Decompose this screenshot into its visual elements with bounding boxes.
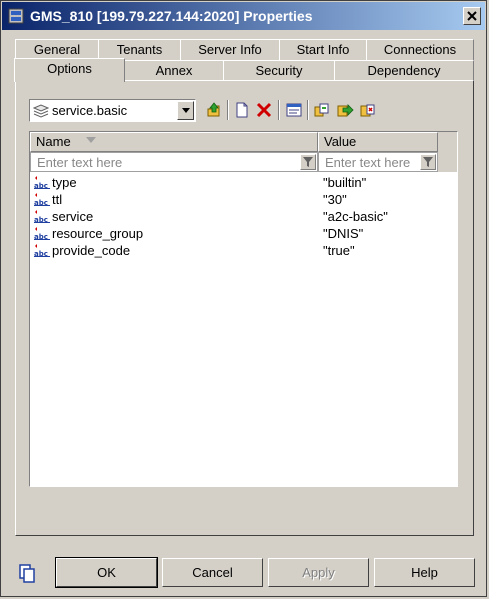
options-grid: Name Value Enter text here Enter text he… (29, 131, 458, 487)
toolbar-separator (227, 100, 228, 120)
paste-icon (360, 104, 375, 117)
properties-dialog: GMS_810 [199.79.227.144:2020] Properties… (0, 0, 487, 597)
string-option-icon: abc (34, 244, 50, 260)
option-name: type (52, 175, 77, 190)
table-row[interactable]: abc type "builtin" (30, 174, 456, 191)
column-header-name-label: Name (36, 134, 71, 149)
string-option-icon: abc (34, 210, 50, 226)
help-button[interactable]: Help (374, 558, 475, 587)
value-filter (318, 152, 438, 172)
tab-start-info[interactable]: Start Info (279, 39, 367, 61)
toolbar-separator (278, 100, 279, 120)
section-dropdown-value: service.basic (52, 103, 128, 118)
svg-text:abc: abc (34, 182, 48, 189)
name-filter (30, 152, 318, 172)
filter-icon (423, 157, 433, 167)
title-bar: GMS_810 [199.79.227.144:2020] Properties (2, 2, 485, 30)
app-icon (8, 8, 24, 24)
new-item-button[interactable] (233, 101, 251, 119)
string-option-icon: abc (34, 193, 50, 209)
ok-button[interactable]: OK (55, 557, 158, 588)
string-option-icon: abc (34, 227, 50, 243)
apply-button[interactable]: Apply (268, 558, 369, 587)
option-value: "builtin" (323, 175, 367, 190)
properties-icon (286, 103, 302, 117)
svg-text:abc: abc (34, 216, 48, 223)
svg-text:abc: abc (34, 199, 48, 206)
value-filter-button[interactable] (420, 154, 436, 170)
svg-text:abc: abc (34, 250, 48, 257)
value-filter-input[interactable] (323, 154, 415, 171)
delete-icon (256, 102, 272, 118)
table-row[interactable]: abc provide_code "true" (30, 242, 456, 259)
tab-dependency[interactable]: Dependency (334, 60, 474, 82)
window-title: GMS_810 [199.79.227.144:2020] Properties (30, 8, 313, 24)
option-name: ttl (52, 192, 63, 207)
clipboard-icon (19, 564, 35, 583)
move-icon (337, 104, 354, 117)
copy-button[interactable] (313, 101, 331, 119)
close-icon (467, 11, 477, 21)
header-filler (438, 132, 457, 172)
filter-icon (303, 157, 313, 167)
table-row[interactable]: abc ttl "30" (30, 191, 456, 208)
column-header-value[interactable]: Value (318, 132, 438, 152)
go-up-button[interactable] (205, 101, 223, 119)
dropdown-arrow-button[interactable] (177, 101, 194, 120)
option-value: "DNIS" (323, 226, 364, 241)
cancel-button[interactable]: Cancel (162, 558, 263, 587)
table-row[interactable]: abc service "a2c-basic" (30, 208, 456, 225)
option-value: "a2c-basic" (323, 209, 388, 224)
move-button[interactable] (336, 101, 354, 119)
column-header-name[interactable]: Name (30, 132, 318, 152)
string-option-icon: abc (34, 176, 50, 192)
option-value: "30" (323, 192, 347, 207)
tab-security[interactable]: Security (223, 60, 335, 82)
name-filter-button[interactable] (300, 154, 316, 170)
close-button[interactable] (463, 7, 481, 25)
table-row[interactable]: abc resource_group "DNIS" (30, 225, 456, 242)
properties-button[interactable] (285, 101, 303, 119)
option-value: "true" (323, 243, 355, 258)
tab-options[interactable]: Options (14, 58, 125, 82)
option-name: provide_code (52, 243, 131, 258)
option-name: service (52, 209, 94, 224)
toolbar-separator (307, 100, 308, 120)
new-item-icon (236, 102, 248, 118)
copy-to-clipboard-button[interactable] (15, 561, 39, 585)
copy-icon (314, 103, 329, 117)
svg-text:abc: abc (34, 233, 48, 240)
section-icon (32, 104, 50, 121)
tab-annex[interactable]: Annex (124, 60, 224, 82)
go-up-icon (207, 102, 220, 117)
tab-server-info[interactable]: Server Info (180, 39, 280, 61)
sort-indicator-icon (86, 137, 96, 143)
delete-button[interactable] (255, 101, 273, 119)
section-dropdown[interactable]: service.basic (29, 99, 196, 122)
tab-connections[interactable]: Connections (366, 39, 474, 61)
column-header-value-label: Value (324, 134, 357, 149)
name-filter-input[interactable] (35, 154, 295, 171)
chevron-down-icon (182, 108, 190, 113)
paste-button[interactable] (359, 101, 377, 119)
option-name: resource_group (52, 226, 144, 241)
